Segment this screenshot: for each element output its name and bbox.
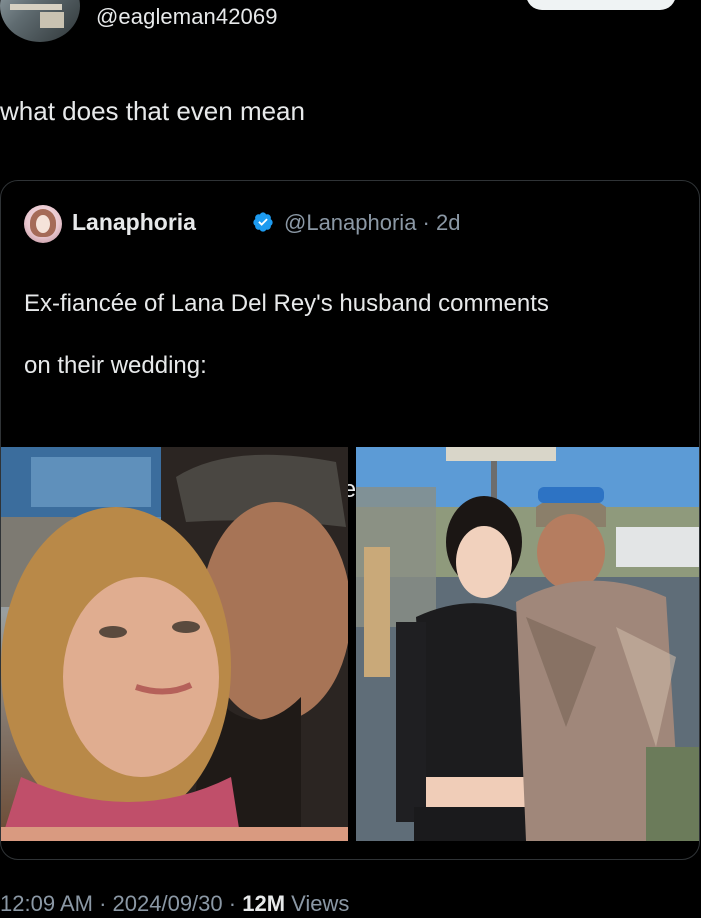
avatar-detail <box>40 12 64 28</box>
avatar-detail <box>36 215 50 233</box>
quoted-author-name[interactable]: Lanaphoria <box>72 209 196 236</box>
quoted-author-avatar[interactable] <box>24 205 62 243</box>
quoted-text-line: Ex-fiancée of Lana Del Rey's husband com… <box>24 290 549 317</box>
tweet-header: @eagleman42069 <box>0 0 701 48</box>
author-avatar[interactable] <box>0 0 80 42</box>
quoted-author-handle-time[interactable]: @Lanaphoria · 2d <box>284 210 460 236</box>
tweet-timestamp[interactable]: 12:09 AM · 2024/09/30 · 12M Views <box>0 891 349 917</box>
separator: · <box>228 891 237 916</box>
views-count: 12M <box>242 891 286 916</box>
author-handle[interactable]: @eagleman42069 <box>96 4 278 30</box>
tweet-date: 2024/09/30 <box>112 891 223 916</box>
quoted-text-line: on their wedding: <box>24 352 207 379</box>
follow-button[interactable] <box>526 0 676 10</box>
tweet-text: what does that even mean <box>0 96 305 126</box>
separator: · <box>99 891 107 916</box>
verified-badge-icon <box>253 212 273 232</box>
couple-outdoors-image <box>356 447 699 841</box>
left-photo[interactable] <box>1 447 348 841</box>
right-photo[interactable] <box>356 447 699 841</box>
quoted-tweet-card[interactable]: Lanaphoria @Lanaphoria · 2d Ex-fiancée o… <box>0 180 700 860</box>
tweet-time: 12:09 AM <box>0 891 93 916</box>
quoted-tweet-header: Lanaphoria @Lanaphoria · 2d <box>24 205 664 245</box>
avatar-detail <box>10 4 62 10</box>
views-label: Views <box>291 891 350 916</box>
couple-selfie-image <box>1 447 348 841</box>
quoted-tweet-media <box>1 447 699 841</box>
